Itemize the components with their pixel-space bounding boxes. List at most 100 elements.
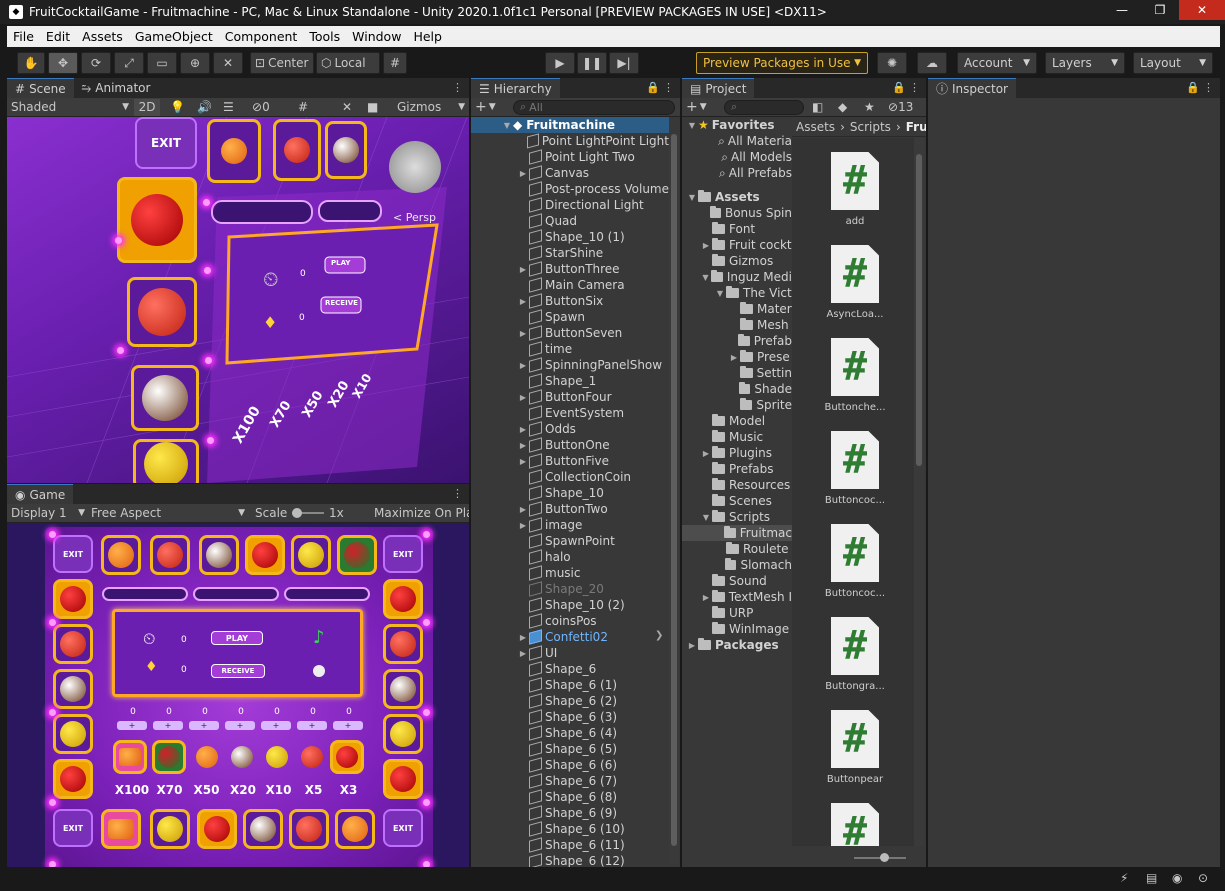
script-asset[interactable]: # Buttonpear (800, 710, 910, 785)
pause-button[interactable]: ❚❚ (577, 52, 607, 74)
hierarchy-search-input[interactable]: ⌕ All (513, 99, 675, 115)
2d-toggle[interactable]: 2D (134, 98, 160, 116)
tab-scene[interactable]: # Scene (7, 78, 74, 98)
scene-viewport[interactable]: EXIT ⏲ 0 PLAY RECEIVE ♦ 0 < Persp X100 X… (7, 117, 469, 483)
hierarchy-item[interactable]: ▶ image (471, 517, 669, 533)
project-tree-item[interactable]: Mesh (682, 317, 792, 333)
bet-plus-button[interactable]: + (333, 721, 363, 730)
script-asset[interactable]: # add (800, 152, 910, 227)
lighting-icon[interactable]: 💡 (170, 100, 185, 114)
project-tree-item[interactable]: Prefab (682, 333, 792, 349)
hierarchy-item[interactable]: EventSystem (471, 405, 669, 421)
music-note-icon[interactable]: ♪ (313, 627, 325, 648)
pivot-local-button[interactable]: ⬡ Local (316, 52, 380, 74)
project-tree-item[interactable]: ▶ TextMesh I (682, 589, 792, 605)
chevron-right-icon[interactable]: ▶ (700, 241, 712, 250)
menu-window[interactable]: Window (346, 29, 407, 44)
cloud-icon[interactable]: ☁ (917, 52, 947, 74)
hierarchy-item[interactable]: Shape_6 (3) (471, 709, 669, 725)
filter-type-icon[interactable]: ◧ (812, 100, 823, 114)
exit-button[interactable]: EXIT (53, 535, 93, 573)
tools-icon[interactable]: ✕ (342, 100, 352, 114)
chevron-right-icon[interactable]: ❯ (655, 630, 663, 641)
hierarchy-item[interactable]: Shape_6 (9) (471, 805, 669, 821)
chevron-right-icon[interactable]: ▶ (700, 593, 712, 602)
hierarchy-item[interactable]: Spawn (471, 309, 669, 325)
icon-size-slider[interactable] (854, 853, 906, 862)
preview-packages-dropdown[interactable]: Preview Packages in Use ▼ (696, 52, 868, 74)
menu-edit[interactable]: Edit (40, 29, 76, 44)
project-tree-item[interactable]: Scenes (682, 493, 792, 509)
account-dropdown[interactable]: Account ▼ (957, 52, 1037, 74)
hierarchy-item[interactable]: Shape_10 (1) (471, 229, 669, 245)
hierarchy-item[interactable]: coinsPos (471, 613, 669, 629)
project-tree-item[interactable]: ▶ Prese (682, 349, 792, 365)
script-asset[interactable]: # AsyncLoa... (800, 245, 910, 320)
visibility-icon[interactable]: ⊘ (252, 100, 262, 114)
bet-plus-button[interactable]: + (297, 721, 327, 730)
menu-gameobject[interactable]: GameObject (129, 29, 219, 44)
persp-label[interactable]: < Persp (393, 211, 436, 224)
hierarchy-item[interactable]: CollectionCoin (471, 469, 669, 485)
hierarchy-item[interactable]: Directional Light (471, 197, 669, 213)
hierarchy-item[interactable]: Shape_6 (12) (471, 853, 669, 867)
hierarchy-item[interactable]: ▶ ButtonSeven (471, 325, 669, 341)
shading-mode-dropdown[interactable]: Shaded ▼ (11, 99, 129, 116)
chevron-right-icon[interactable]: ▶ (700, 449, 712, 458)
audio-icon[interactable]: 🔊 (197, 100, 212, 114)
collab-icon[interactable]: ✺ (877, 52, 907, 74)
hierarchy-item[interactable]: time (471, 341, 669, 357)
asset-scrollbar[interactable] (914, 138, 924, 846)
chevron-right-icon[interactable]: ▶ (517, 265, 529, 274)
transform-tool-icon[interactable]: ⊕ (180, 52, 210, 74)
project-tree-item[interactable]: Gizmos (682, 253, 792, 269)
play-game-button[interactable]: PLAY (211, 631, 263, 645)
receive-button[interactable]: RECEIVE (211, 664, 265, 678)
more-menu-icon[interactable]: ⋮ (1203, 81, 1214, 94)
project-tree-item[interactable]: Settin (682, 365, 792, 381)
hierarchy-scene-root[interactable]: ▼ ◆ Fruitmachine (471, 117, 669, 133)
chevron-right-icon[interactable]: ▶ (517, 633, 529, 642)
hierarchy-item[interactable]: Point Light Two (471, 149, 669, 165)
menu-tools[interactable]: Tools (303, 29, 346, 44)
project-tree-item[interactable]: Mater (682, 301, 792, 317)
chevron-right-icon[interactable]: ▶ (517, 425, 529, 434)
move-tool-icon[interactable]: ✥ (48, 52, 78, 74)
project-tree-item[interactable]: Roulete (682, 541, 792, 557)
progress-icon[interactable]: ◉ (1172, 871, 1182, 885)
grid-toggle-icon[interactable]: # (298, 100, 308, 114)
game-viewport[interactable]: EXIT EXIT ⏲ 0 PLAY ♪ ♦ 0 RECEIVE 0 0 0 0… (7, 523, 469, 877)
project-tree-item[interactable]: ▶ Fruit cockt (682, 237, 792, 253)
hierarchy-item[interactable]: StarShine (471, 245, 669, 261)
chevron-down-icon[interactable]: ▼ (686, 193, 698, 202)
favorite-star-icon[interactable]: ★ (864, 100, 875, 114)
hierarchy-item[interactable]: Shape_10 (2) (471, 597, 669, 613)
chevron-right-icon[interactable]: ▶ (517, 521, 529, 530)
project-tree-item[interactable]: Music (682, 429, 792, 445)
tab-animator[interactable]: ⥲ Animator (74, 78, 159, 98)
project-tree-item[interactable]: Fruitmac (682, 525, 792, 541)
tab-project[interactable]: ▤ Project (682, 78, 755, 98)
hierarchy-item[interactable]: ▶ SpinningPanelShow (471, 357, 669, 373)
project-tree-item[interactable]: Model (682, 413, 792, 429)
hierarchy-item[interactable]: ▶ ButtonFive (471, 453, 669, 469)
hierarchy-item[interactable]: Post-process Volume (471, 181, 669, 197)
hierarchy-item[interactable]: ▶ Odds (471, 421, 669, 437)
hierarchy-item[interactable]: Shape_6 (6) (471, 757, 669, 773)
close-button[interactable]: ✕ (1179, 0, 1225, 20)
scrollbar-thumb[interactable] (671, 134, 677, 846)
scrollbar-thumb[interactable] (916, 154, 922, 466)
chevron-down-icon[interactable]: ▼ (700, 273, 711, 282)
hierarchy-item[interactable]: SpawnPoint (471, 533, 669, 549)
project-tree-item[interactable]: Bonus Spin (682, 205, 792, 221)
aspect-dropdown[interactable]: Free Aspect ▼ (91, 506, 245, 520)
hierarchy-item[interactable]: Quad (471, 213, 669, 229)
project-tree-item[interactable]: Slomach (682, 557, 792, 573)
project-tree-item[interactable]: Prefabs (682, 461, 792, 477)
chevron-right-icon[interactable]: ▶ (728, 353, 740, 362)
rect-tool-icon[interactable]: ▭ (147, 52, 177, 74)
more-menu-icon[interactable]: ⋮ (909, 81, 920, 94)
project-tree-item[interactable]: Sound (682, 573, 792, 589)
chevron-down-icon[interactable]: ▼ (686, 121, 698, 130)
script-asset[interactable]: # Buttoncoc... (800, 431, 910, 506)
